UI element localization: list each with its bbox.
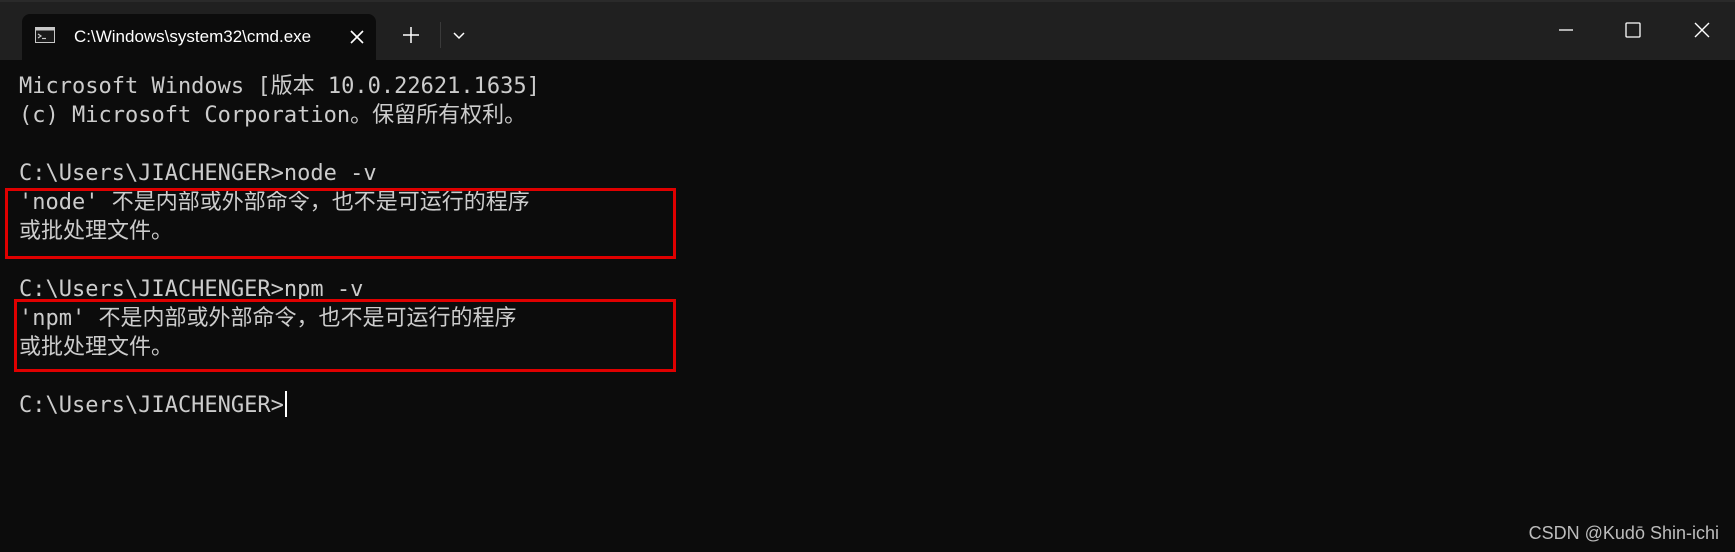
error-highlight-box xyxy=(14,299,676,372)
terminal-prompt-line[interactable]: C:\Users\JIACHENGER> xyxy=(19,391,287,420)
close-icon[interactable] xyxy=(1674,8,1730,52)
tab-separator xyxy=(440,22,441,48)
terminal-line: (c) Microsoft Corporation。保留所有权利。 xyxy=(19,103,527,128)
minimize-icon[interactable] xyxy=(1538,8,1594,52)
plus-icon[interactable] xyxy=(396,20,426,50)
text-cursor xyxy=(284,391,287,417)
terminal-line: C:\Users\JIACHENGER>node -v xyxy=(19,161,377,186)
chevron-down-icon[interactable] xyxy=(446,22,472,48)
cmd-terminal-icon xyxy=(35,27,55,43)
maximize-icon[interactable] xyxy=(1604,8,1660,52)
title-bar: C:\Windows\system32\cmd.exe xyxy=(0,0,1735,60)
tab-title: C:\Windows\system32\cmd.exe xyxy=(74,27,312,46)
terminal-output[interactable]: Microsoft Windows [版本 10.0.22621.1635] (… xyxy=(0,60,1735,552)
tab-cmd[interactable]: C:\Windows\system32\cmd.exe xyxy=(22,14,376,60)
terminal-window: C:\Windows\system32\cmd.exe Microsoft Wi… xyxy=(0,0,1735,552)
close-tab-icon[interactable] xyxy=(344,24,370,50)
error-highlight-box xyxy=(5,188,676,259)
command-prompt: C:\Users\JIACHENGER> xyxy=(19,393,284,418)
watermark: CSDN @Kudō Shin-ichi xyxy=(1528,523,1719,543)
top-strip xyxy=(0,0,1735,2)
terminal-line: Microsoft Windows [版本 10.0.22621.1635] xyxy=(19,74,540,99)
